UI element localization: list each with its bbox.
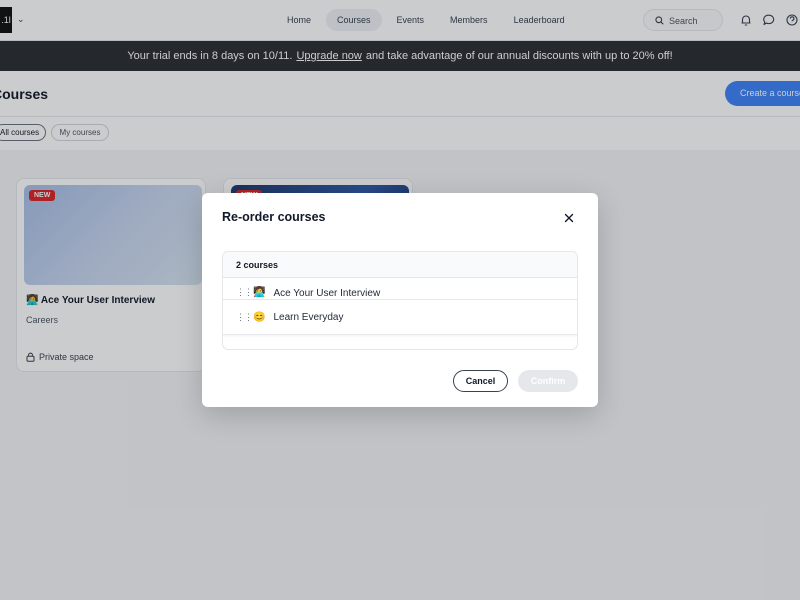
course-count: 2 courses xyxy=(223,252,577,278)
list-item-label: Ace Your User Interview xyxy=(273,288,381,299)
list-item[interactable]: ⋮⋮ 😊 Learn Everyday xyxy=(223,299,577,335)
list-item-label: Learn Everyday xyxy=(273,311,344,323)
course-order-list: 2 courses ⋮⋮ 👩‍💻 Ace Your User Interview… xyxy=(222,251,578,350)
modal-title: Re-order courses xyxy=(222,210,326,224)
cancel-button[interactable]: Cancel xyxy=(453,370,508,392)
confirm-button[interactable]: Confirm xyxy=(518,370,578,392)
drag-handle-icon[interactable]: ⋮⋮ xyxy=(236,287,253,298)
reorder-courses-modal: Re-order courses 2 courses ⋮⋮ 👩‍💻 Ace Yo… xyxy=(202,193,598,407)
course-emoji: 👩‍💻 xyxy=(253,287,266,298)
list-item[interactable]: ⋮⋮ 👩‍💻 Ace Your User Interview xyxy=(223,279,577,299)
close-icon[interactable] xyxy=(562,211,576,225)
course-emoji: 😊 xyxy=(253,311,266,323)
drag-handle-icon[interactable]: ⋮⋮ xyxy=(236,312,253,323)
